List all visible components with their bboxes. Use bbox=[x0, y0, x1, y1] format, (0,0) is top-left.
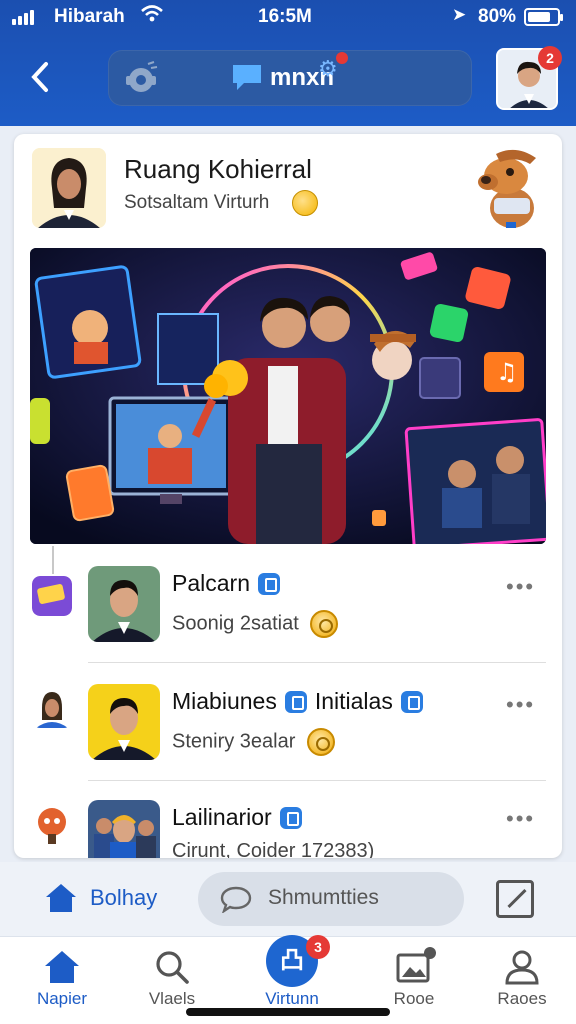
verified-badge-icon bbox=[284, 690, 307, 713]
app-brand-bar[interactable]: mnxn ⚙ bbox=[108, 50, 472, 106]
message-input-placeholder: Shmumtties bbox=[268, 886, 379, 909]
feed-item-thumbnail bbox=[32, 576, 72, 616]
message-input[interactable]: Shmumtties bbox=[198, 872, 464, 926]
feed-item-avatar[interactable] bbox=[88, 566, 160, 642]
feed-item-subtitle-text: Soonig 2satiat bbox=[172, 612, 299, 635]
coin-icon bbox=[306, 728, 335, 756]
nav-item-profile[interactable]: Raoes bbox=[474, 937, 570, 1024]
feed-item-subtitle: Cirunt, Coider 172383) bbox=[172, 840, 374, 858]
battery-icon bbox=[524, 8, 563, 26]
feed-item-name-text: Palcarn bbox=[172, 570, 250, 596]
more-options-button[interactable]: ••• bbox=[506, 692, 535, 718]
notification-dot bbox=[336, 52, 348, 64]
host-portrait-icon bbox=[32, 148, 106, 228]
feed-item-subtitle-text: Cirunt, Coider 172383) bbox=[172, 840, 375, 858]
feed-item-name-text: Miabiunes bbox=[172, 688, 277, 714]
edit-button[interactable] bbox=[496, 880, 534, 918]
verified-badge-icon bbox=[400, 690, 423, 713]
status-time: 16:5M bbox=[258, 6, 312, 27]
nav-dot-badge bbox=[424, 947, 436, 959]
svg-text:♫: ♫ bbox=[496, 358, 518, 386]
feed-item-name-text: Lailinarior bbox=[172, 804, 272, 830]
nav-item-home[interactable]: Napier bbox=[14, 937, 110, 1024]
feed-item-subtitle: Steniry 3ealar bbox=[172, 728, 335, 756]
verified-badge-icon bbox=[257, 572, 280, 595]
nav-label: Vlaels bbox=[148, 989, 196, 1008]
more-options-button[interactable]: ••• bbox=[506, 574, 535, 600]
emoji-icon bbox=[292, 190, 318, 216]
profile-icon bbox=[505, 950, 539, 985]
feed-item-name: Miabiunes Initialas bbox=[172, 688, 423, 715]
feed-item-name: Lailinarior bbox=[172, 804, 302, 831]
feed-item-avatar[interactable] bbox=[88, 800, 160, 858]
nav-label: Virtunn bbox=[265, 989, 319, 1008]
room-card: Ruang Kohierral Sotsaltam Virturh ♫ Palc… bbox=[14, 134, 562, 858]
feed-item-subtitle: Soonig 2satiat bbox=[172, 610, 339, 638]
home-icon bbox=[46, 884, 76, 912]
search-icon bbox=[156, 951, 189, 984]
nav-label: Raoes bbox=[497, 989, 547, 1008]
location-arrow-icon: ➤ bbox=[452, 5, 467, 24]
home-shortcut-button[interactable]: Bolhay bbox=[44, 882, 157, 914]
profile-notification-badge: 2 bbox=[538, 46, 562, 70]
back-button[interactable] bbox=[18, 52, 62, 102]
feed-item-extra-name: Initialas bbox=[314, 688, 393, 714]
room-subtitle: Sotsaltam Virturh bbox=[124, 192, 270, 213]
home-shortcut-label: Bolhay bbox=[90, 885, 158, 910]
mascot-icon[interactable] bbox=[476, 146, 548, 230]
feed-item-thumbnail bbox=[32, 804, 72, 844]
wifi-icon bbox=[140, 4, 164, 30]
room-host-avatar[interactable] bbox=[32, 148, 106, 228]
signal-icon bbox=[12, 10, 34, 25]
feed-item-name: Palcarn bbox=[172, 570, 280, 597]
room-title: Ruang Kohierral bbox=[124, 154, 312, 184]
chat-bubble-icon bbox=[220, 886, 252, 913]
home-indicator bbox=[186, 1008, 390, 1016]
carrier-name: Hibarah bbox=[54, 6, 125, 27]
status-bar: Hibarah 16:5M ➤ 80% bbox=[0, 0, 576, 34]
feed-item[interactable]: Lailinarior Cirunt, Coider 172383) ••• bbox=[14, 790, 562, 858]
more-options-button[interactable]: ••• bbox=[506, 806, 535, 832]
nav-badge: 3 bbox=[306, 935, 330, 959]
feed-item-thumbnail bbox=[32, 688, 72, 728]
feed-item[interactable]: Miabiunes Initialas Steniry 3ealar ••• bbox=[14, 674, 562, 784]
battery-percent: 80% bbox=[478, 6, 517, 27]
top-app-bar: Hibarah 16:5M ➤ 80% mnxn ⚙ 2 bbox=[0, 0, 576, 126]
compose-bar: Bolhay Shmumtties bbox=[0, 862, 576, 936]
verified-badge-icon bbox=[279, 806, 302, 829]
divider bbox=[88, 780, 546, 781]
home-icon bbox=[45, 951, 79, 983]
nav-label: Rooe bbox=[393, 989, 435, 1008]
room-banner-image[interactable]: ♫ bbox=[30, 248, 546, 544]
gear-icon: ⚙ bbox=[318, 56, 338, 81]
divider bbox=[88, 662, 546, 663]
robot-icon bbox=[126, 61, 158, 92]
nav-label: Napier bbox=[36, 989, 88, 1008]
banner-illustration: ♫ bbox=[30, 248, 546, 544]
feed-item-subtitle-text: Steniry 3ealar bbox=[172, 730, 296, 753]
chat-bubble-icon bbox=[233, 65, 261, 90]
coin-icon bbox=[310, 610, 339, 638]
chevron-left-icon bbox=[31, 62, 48, 92]
feed-item[interactable]: Palcarn Soonig 2satiat ••• bbox=[14, 558, 562, 668]
feed-item-avatar[interactable] bbox=[88, 684, 160, 760]
